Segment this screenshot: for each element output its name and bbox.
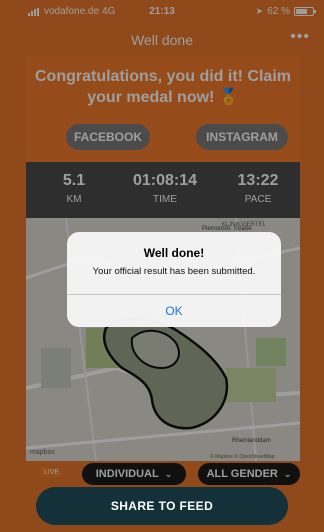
share-to-feed-button[interactable]: SHARE TO FEED — [36, 487, 288, 525]
app-screen: vodafone.de 4G 21:13 ➤ 62 % Well done ••… — [0, 0, 324, 532]
alert-title: Well done! — [143, 246, 205, 260]
alert-dialog: Well done! Your official result has been… — [67, 232, 281, 327]
alert-ok-button[interactable]: OK — [67, 295, 281, 327]
alert-message: Your official result has been submitted. — [92, 266, 256, 277]
